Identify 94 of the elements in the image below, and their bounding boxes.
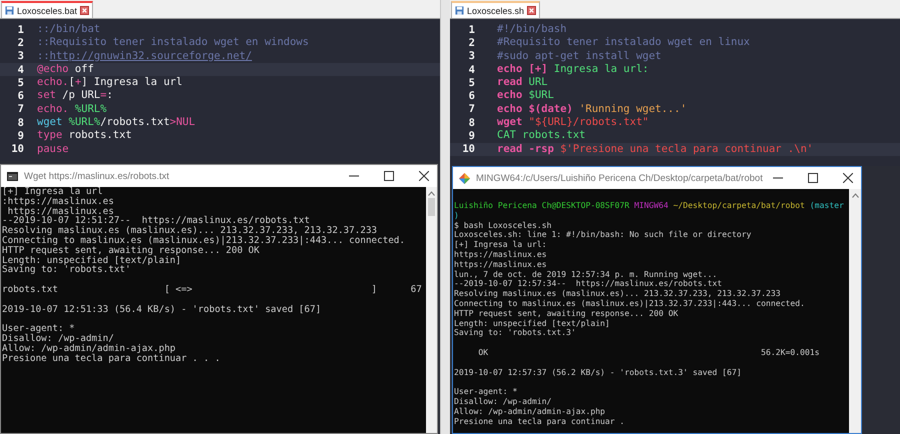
prompt-line: Luishiño Pericena Ch@DESKTOP-08SF07R MINGW64 ~/Desktop/carpeta/bat/robot (master: [454, 201, 845, 211]
terminal-line: Connecting to maslinux.es (maslinux.es)|213.32.37.233|:443... connected.: [2, 236, 406, 246]
window-title: MINGW64:/c/Users/Luishiño Pericena Ch/Desktop/carpeta/bat/robot: [476, 172, 764, 184]
terminal-line: User-agent: *: [2, 324, 75, 334]
line-number: 8: [16, 116, 25, 129]
code-line: CAT robots.txt: [497, 129, 586, 143]
terminal-line: https://maslinux.es: [454, 250, 548, 260]
code-line: ::Requisito tener instalado wget en windows: [37, 36, 309, 50]
line-number: 2: [468, 36, 476, 49]
close-icon[interactable]: [843, 173, 853, 183]
terminal-line: [+] Ingresa la url:: [454, 240, 548, 250]
diamond-icon: [459, 172, 470, 184]
terminal-line: https://maslinux.es: [454, 260, 548, 270]
scroll-thumb[interactable]: [428, 198, 436, 216]
code-line: wget "${URL}/robots.txt": [497, 116, 649, 130]
line-number: 10: [10, 143, 25, 156]
code-line: #!/bin/bash: [497, 23, 567, 36]
line-number: 9: [468, 130, 476, 142]
terminal-line: [+] Ingresa la url: [2, 187, 103, 197]
terminal-line: Connecting to maslinux.es (maslinux.es)|213.32.37.233|:443... connected.: [454, 298, 806, 309]
terminal-line: Loxosceles.sh: line 1: #!/bin/bash: No such file or directory: [454, 230, 752, 240]
terminal-line: Saving to: 'robots.txt.3': [454, 328, 576, 338]
window-title: Wget https://maslinux.es/robots.txt: [24, 170, 170, 182]
maximize-icon[interactable]: [808, 173, 818, 183]
close-icon[interactable]: [527, 6, 536, 15]
code-line: wget %URL%/robots.txt>NUL: [37, 116, 196, 130]
terminal-line: --2019-10-07 12:57:34-- https://maslinux.es/robots.txt: [454, 279, 724, 290]
terminal-line: :https://maslinux.es: [2, 196, 115, 207]
terminal-line: Allow: /wp-admin/admin-ajax.php: [454, 406, 606, 417]
floppy-icon: [455, 6, 464, 15]
line-number: 6: [16, 90, 25, 102]
line-number: 5: [468, 76, 476, 89]
line-number: 10: [461, 143, 476, 156]
code-line: type robots.txt: [37, 129, 132, 143]
scrollbar[interactable]: [426, 187, 437, 433]
code-line: @echo off: [37, 62, 94, 76]
terminal-line: Presione una tecla para continuar .: [454, 416, 626, 426]
terminal-line: Presione una tecla para continuar . . .: [2, 354, 222, 364]
terminal-line: lun., 7 de oct. de 2019 12:57:34 p. m. Running wget...: [454, 270, 718, 280]
prompt-line: ): [454, 210, 460, 221]
line-number: 2: [16, 36, 25, 49]
line-number: 7: [16, 103, 25, 116]
terminal-line: robots.txt [ <=> ] 67: [2, 284, 423, 295]
code-line: echo $URL: [497, 89, 554, 103]
code-line: pause: [37, 142, 69, 156]
terminal-line: Resolving maslinux.es (maslinux.es)... 213.32.37.233, 213.32.37.233: [454, 289, 782, 299]
terminal-line: OK 56.2K=0.001s: [477, 348, 820, 358]
code-line: ::/bin/bat: [37, 23, 100, 36]
terminal-line: Resolving maslinux.es (maslinux.es)... 213.32.37.233, 213.32.37.233: [2, 226, 378, 236]
line-number: 3: [16, 50, 25, 62]
terminal-line: HTTP request sent, awaiting response... 200 OK: [2, 246, 260, 256]
close-icon[interactable]: [419, 171, 429, 181]
scroll-up-icon[interactable]: [428, 191, 435, 196]
file-tab[interactable]: Loxosceles.sh: [451, 1, 540, 18]
line-number: 9: [16, 130, 25, 142]
code-line: #Requisito tener instalado wget en linux: [497, 36, 750, 50]
code-line: #sudo apt-get install wget: [497, 50, 662, 63]
terminal-line: Length: unspecified [text/plain]: [2, 256, 182, 266]
terminal-line: 2019-10-07 12:57:37 (56.2 KB/s) - 'robots.txt.3' saved [67]: [454, 368, 742, 378]
code-line: echo.[+] Ingresa la url: [37, 76, 182, 90]
code-line: echo $(date) 'Running wget...': [497, 102, 687, 116]
code-line: echo [+] Ingresa la url:: [497, 62, 649, 76]
line-number: 7: [468, 103, 476, 116]
scrollbar[interactable]: [849, 189, 861, 433]
code-line: ::http://gnuwin32.sourceforge.net/: [37, 50, 252, 63]
code-line: set /p URL=:: [37, 89, 113, 103]
terminal-line: Allow: /wp-admin/admin-ajax.php: [2, 344, 177, 354]
file-tab[interactable]: Loxosceles.bat: [1, 1, 94, 18]
line-number: 3: [468, 50, 476, 62]
code-line: read -rsp $'Presione una tecla para continuar .\n': [497, 142, 814, 156]
terminal-line: Saving to: 'robots.txt': [2, 265, 131, 276]
line-number: 6: [468, 90, 476, 102]
line-number: 4: [468, 64, 476, 76]
close-icon[interactable]: [80, 6, 90, 15]
line-number: 1: [468, 24, 476, 36]
console-icon: [7, 172, 18, 180]
floppy-icon: [5, 6, 14, 15]
terminal-line: HTTP request sent, awaiting response... 200 OK: [454, 308, 678, 319]
terminal-line: $ bash Loxosceles.sh: [454, 220, 552, 230]
terminal-line: User-agent: *: [454, 387, 518, 397]
line-number: 4: [16, 64, 25, 76]
terminal-line: Disallow: /wp-admin/: [2, 334, 115, 344]
terminal-line: --2019-10-07 12:51:27-- https://maslinux.es/robots.txt: [2, 216, 310, 226]
terminal-line: 2019-10-07 12:51:33 (56.4 KB/s) - 'robots.txt' saved [67]: [2, 304, 322, 314]
terminal-line: https://maslinux.es: [8, 206, 114, 216]
code-line: echo. %URL%: [37, 102, 107, 116]
maximize-icon[interactable]: [384, 171, 394, 181]
code-line: read URL: [497, 76, 548, 90]
line-number: 1: [16, 24, 25, 36]
scroll-up-icon[interactable]: [852, 193, 858, 198]
terminal-line: Length: unspecified [text/plain]: [454, 318, 610, 328]
line-number: 5: [16, 76, 25, 89]
line-number: 8: [468, 116, 476, 129]
terminal-line: Disallow: /wp-admin/: [454, 396, 552, 407]
